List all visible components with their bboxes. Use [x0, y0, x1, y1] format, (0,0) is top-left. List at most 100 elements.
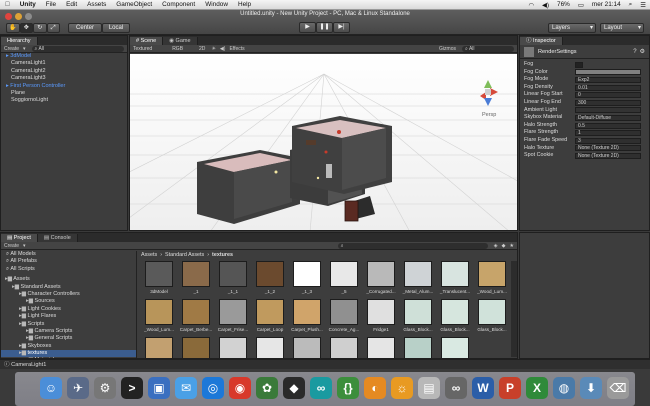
filter-by-label-icon[interactable]: ◆ [502, 243, 506, 249]
skype-icon[interactable]: ◍ [553, 377, 575, 399]
menu-assets[interactable]: Assets [82, 1, 111, 8]
play-icon[interactable]: ▶ [299, 22, 316, 33]
asset-thumbnail[interactable] [145, 337, 173, 358]
lighting-toggle-icon[interactable]: ☀ [211, 46, 215, 52]
asset-label[interactable]: Glass_Block... [474, 327, 510, 332]
hierarchy-create-button[interactable]: Create [4, 46, 19, 52]
asset-label[interactable]: _Metal_Alum... [400, 289, 436, 294]
hierarchy-search-input[interactable]: ⌕ All [31, 45, 124, 52]
notification-center-icon[interactable]: ☰ [636, 1, 650, 9]
hierarchy-item[interactable]: CameraLight3 [1, 75, 127, 82]
asset-label[interactable]: _Corrugated... [363, 289, 399, 294]
powerpoint-icon[interactable]: P [499, 377, 521, 399]
folder-item[interactable]: ▸▆ Light Cookies [1, 306, 136, 313]
asset-thumbnail[interactable] [219, 337, 247, 358]
hierarchy-item[interactable]: SoggiornoLight [1, 97, 127, 104]
asset-thumbnail[interactable] [293, 299, 321, 325]
chrome-icon[interactable]: ◉ [229, 377, 251, 399]
asset-thumbnail[interactable] [256, 261, 284, 287]
asset-label[interactable]: _1_3 [289, 289, 325, 294]
hierarchy-item[interactable]: CameraLight1 [1, 60, 127, 67]
favorite-item-all-scripts[interactable]: ⌕ All Scripts [1, 266, 136, 273]
gear-icon[interactable]: ⚙ [640, 48, 649, 55]
asset-thumbnail[interactable] [330, 299, 358, 325]
apple-icon[interactable]:  [0, 1, 15, 8]
asset-label[interactable]: Carpet_Loop [252, 327, 288, 332]
menu-gameobject[interactable]: GameObject [111, 1, 157, 8]
asset-thumbnail[interactable] [367, 299, 395, 325]
step-icon[interactable]: ▶| [333, 22, 350, 33]
asset-thumbnail[interactable] [293, 261, 321, 287]
messages-icon[interactable]: ✉ [175, 377, 197, 399]
audio-toggle-icon[interactable]: ◀) [220, 46, 226, 52]
excel-icon[interactable]: X [526, 377, 548, 399]
folder-item[interactable]: ▸▆ Character Controllers [1, 291, 136, 298]
preview-icon[interactable]: ▤ [418, 377, 440, 399]
app-store-icon[interactable]: ✿ [256, 377, 278, 399]
project-create-button[interactable]: Create [4, 243, 19, 249]
asset-label[interactable]: _1_2 [252, 289, 288, 294]
asset-thumbnail[interactable] [256, 299, 284, 325]
inspector-value-field[interactable]: 1 [575, 130, 641, 137]
hand-tool-icon[interactable]: ✋ [6, 23, 20, 33]
asset-thumbnail[interactable] [182, 337, 210, 358]
asset-thumbnail[interactable] [478, 299, 506, 325]
asset-label[interactable]: _1_1 [215, 289, 251, 294]
hierarchy-item[interactable]: CameraLight2 [1, 68, 127, 75]
folder-item[interactable]: ▸▆ Light Flares [1, 313, 136, 320]
trash-icon[interactable]: ⌫ [607, 377, 629, 399]
inspector-value-field[interactable]: None (Texture 2D) [575, 152, 641, 159]
asset-thumbnail[interactable] [293, 337, 321, 358]
tab-hierarchy[interactable]: Hierarchy [1, 37, 38, 45]
asset-thumbnail[interactable] [441, 337, 469, 358]
render-mode-dropdown[interactable]: RGB [172, 46, 183, 52]
clock[interactable]: mer 21:14 [588, 1, 625, 8]
menu-edit[interactable]: Edit [61, 1, 82, 8]
pause-icon[interactable]: ❚❚ [316, 22, 333, 33]
asset-thumbnail[interactable] [404, 261, 432, 287]
unity-icon[interactable]: ◆ [283, 377, 305, 399]
asset-thumbnail[interactable] [478, 261, 506, 287]
asset-thumbnail[interactable] [256, 337, 284, 358]
asset-label[interactable]: Fridge1 [363, 327, 399, 332]
folder-item[interactable]: ▸▆ textures [1, 350, 136, 358]
battery-percent[interactable]: 76% [553, 1, 574, 8]
menu-component[interactable]: Component [157, 1, 200, 8]
asset-thumbnail[interactable] [330, 261, 358, 287]
gizmos-dropdown[interactable]: Gizmos [439, 46, 456, 52]
layers-dropdown[interactable]: Layers ▾ [548, 23, 596, 33]
menu-unity[interactable]: Unity [15, 1, 41, 8]
asset-label[interactable]: Carpet_Plush... [289, 327, 325, 332]
settings-gear-icon[interactable]: ☼ [391, 377, 413, 399]
favorite-item-all-prefabs[interactable]: ⌕ All Prefabs [1, 258, 136, 265]
finder-icon[interactable]: ☺ [40, 377, 62, 399]
asset-label[interactable]: _5 [326, 289, 362, 294]
asset-label[interactable]: _Wood_Lum... [141, 327, 177, 332]
inspector-value-field[interactable]: 0 [575, 92, 641, 99]
folder-item[interactable]: ▸▆ Scripts [1, 321, 136, 328]
terminal-icon[interactable]: > [121, 377, 143, 399]
asset-scrollbar[interactable] [511, 261, 517, 357]
favorite-item-all-models[interactable]: ⌕ All Models [1, 251, 136, 258]
favorite-icon[interactable]: ★ [510, 243, 514, 249]
folder-item[interactable]: ▸▆ Sources [1, 298, 136, 305]
tab-inspector[interactable]: ⓘ Inspector [520, 37, 563, 45]
inspector-value-field[interactable]: Default-Diffuse [575, 114, 641, 121]
space-local-button[interactable]: Local [102, 23, 130, 33]
layout-dropdown[interactable]: Layout ▾ [600, 23, 644, 33]
downloads-icon[interactable]: ⬇ [580, 377, 602, 399]
brackets-icon[interactable]: {} [337, 377, 359, 399]
inspector-value-field[interactable]: None (Texture 2D) [575, 145, 641, 152]
system-preferences-icon[interactable]: ⚙ [94, 377, 116, 399]
folder-item[interactable]: ▸▆ Skyboxes [1, 343, 136, 350]
launchpad-icon[interactable]: ✈ [67, 377, 89, 399]
project-search-input[interactable]: ⌕ [337, 242, 488, 249]
menu-window[interactable]: Window [200, 1, 233, 8]
asset-thumbnail[interactable] [182, 299, 210, 325]
tab-game[interactable]: ◉ Game [163, 37, 198, 45]
folder-item[interactable]: ▸▆ General Scripts [1, 335, 136, 342]
wifi-icon[interactable]: ◠ [524, 1, 538, 9]
asset-thumbnail[interactable] [367, 261, 395, 287]
asset-thumbnail[interactable] [441, 261, 469, 287]
asset-thumbnail[interactable] [404, 299, 432, 325]
